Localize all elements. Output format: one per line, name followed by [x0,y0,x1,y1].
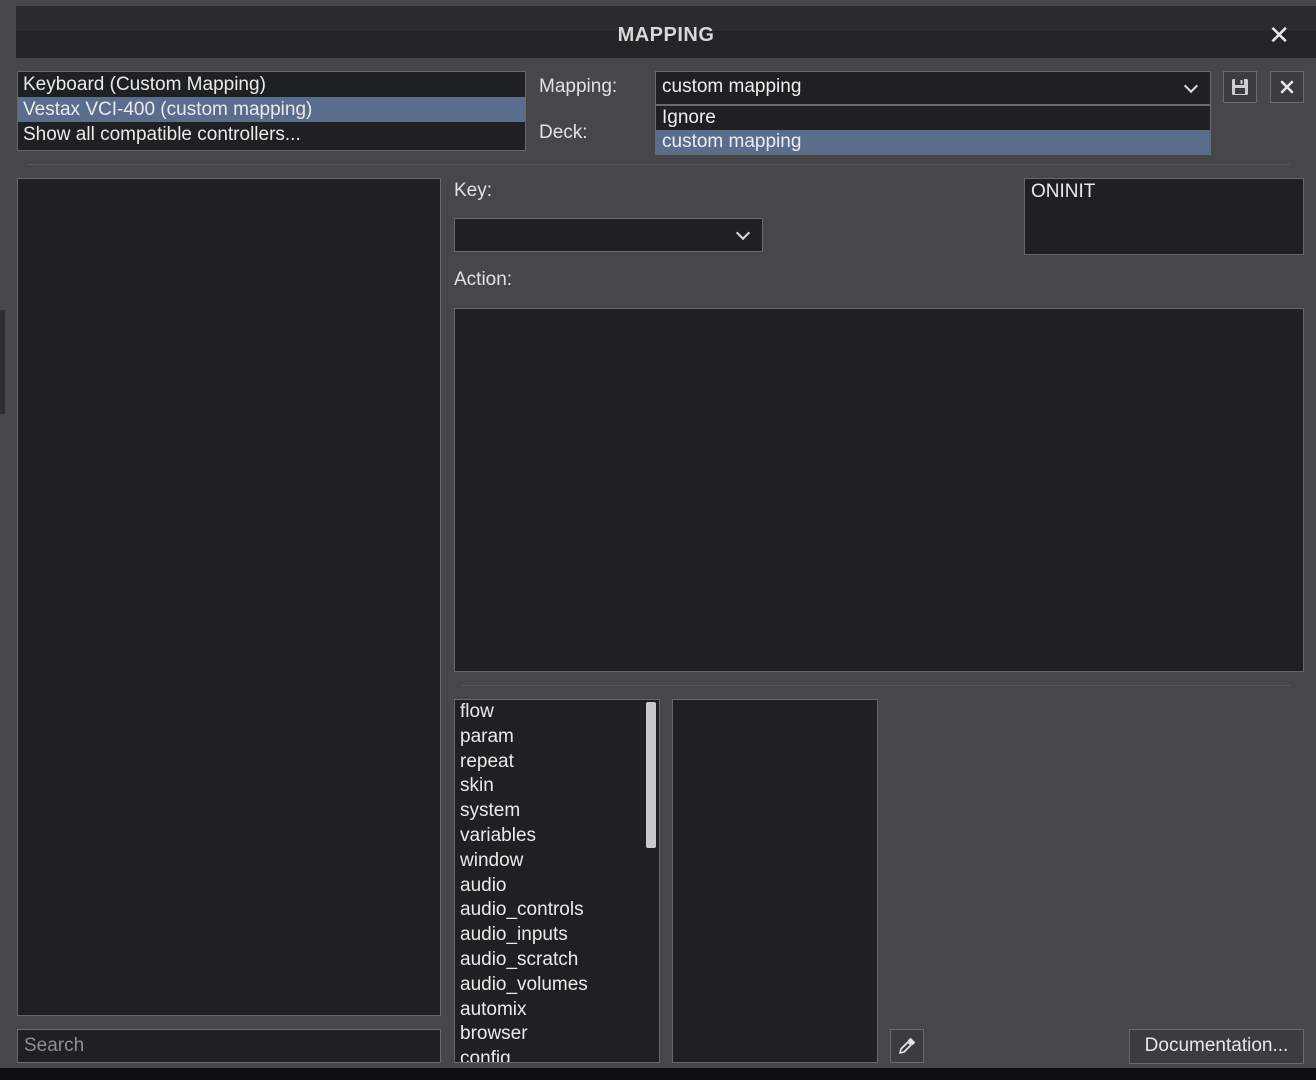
list-item[interactable]: browser [455,1022,659,1047]
list-item[interactable]: param [455,725,659,750]
action-textarea[interactable] [454,308,1304,672]
list-item[interactable]: flow [455,700,659,725]
list-item[interactable]: variables [455,824,659,849]
list-item[interactable]: audio_volumes [455,973,659,998]
mapping-option-custom[interactable]: custom mapping [656,130,1210,154]
list-item[interactable]: audio_controls [455,898,659,923]
mapping-entries-list[interactable] [17,178,441,1016]
mapping-select[interactable]: custom mapping [655,71,1211,105]
list-item[interactable]: automix [455,998,659,1023]
mapping-dropdown: Ignore custom mapping [655,105,1211,155]
deck-label: Deck: [539,122,588,143]
list-item[interactable]: config [455,1047,659,1062]
window-title: MAPPING [617,24,715,46]
chevron-down-icon [735,225,751,241]
list-item[interactable]: system [455,799,659,824]
action-list[interactable] [672,699,878,1063]
list-item[interactable]: skin [455,774,659,799]
left-edge-shadow [0,310,5,414]
device-list: Keyboard (Custom Mapping) Vestax VCI-400… [17,71,526,151]
floppy-disk-icon [1232,79,1248,95]
device-item-vestax[interactable]: Vestax VCI-400 (custom mapping) [18,97,525,122]
title-bar: MAPPING ✕ [16,6,1316,58]
list-item[interactable]: repeat [455,750,659,775]
close-icon [1280,80,1294,94]
key-select[interactable] [454,218,763,252]
mapping-dialog: MAPPING ✕ Keyboard (Custom Mapping) Vest… [0,0,1316,1080]
list-item[interactable]: audio_scratch [455,948,659,973]
delete-mapping-button[interactable] [1270,71,1304,103]
category-scrollbar[interactable] [646,702,656,848]
list-item[interactable]: window [455,849,659,874]
action-separator [462,685,1290,686]
action-label: Action: [454,269,513,290]
picker-button[interactable] [890,1029,924,1063]
search-input[interactable] [17,1029,441,1063]
list-item[interactable]: audio [455,874,659,899]
documentation-button[interactable]: Documentation... [1129,1029,1304,1064]
device-item-keyboard[interactable]: Keyboard (Custom Mapping) [18,72,525,97]
close-icon[interactable]: ✕ [1268,22,1290,48]
mapping-select-value: custom mapping [662,76,802,97]
device-item-show-all[interactable]: Show all compatible controllers... [18,122,525,147]
top-separator [28,164,1290,165]
chevron-down-icon [1183,78,1199,94]
mapping-option-ignore[interactable]: Ignore [656,106,1210,130]
mapping-label: Mapping: [539,76,618,97]
save-button[interactable] [1223,71,1257,103]
background-strip [0,1068,1316,1080]
event-value: ONINIT [1031,181,1096,202]
eyedropper-icon [899,1037,916,1054]
category-list[interactable]: flow param repeat skin system variables … [454,699,660,1063]
list-item[interactable]: audio_inputs [455,923,659,948]
key-label: Key: [454,180,493,201]
event-box[interactable]: ONINIT [1024,178,1304,255]
